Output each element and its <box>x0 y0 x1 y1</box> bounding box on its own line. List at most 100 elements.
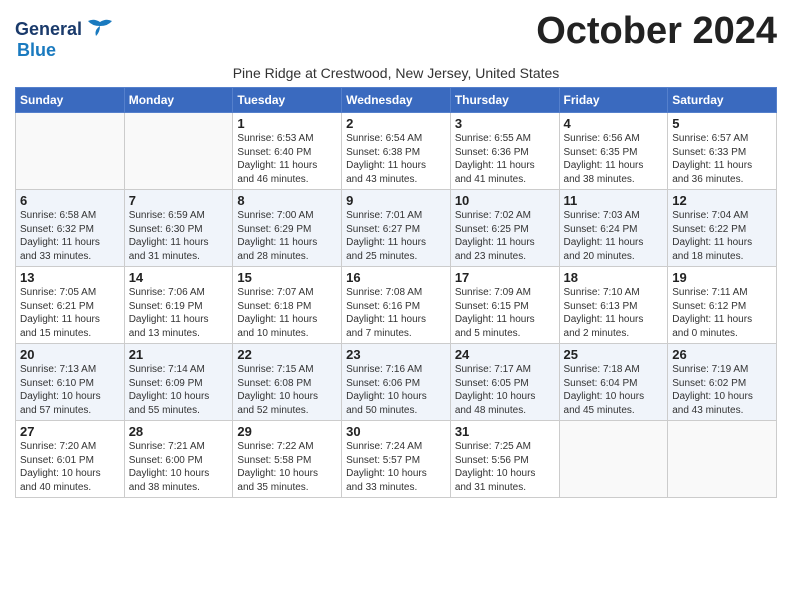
calendar-cell: 16Sunrise: 7:08 AM Sunset: 6:16 PM Dayli… <box>342 267 451 344</box>
calendar-cell: 15Sunrise: 7:07 AM Sunset: 6:18 PM Dayli… <box>233 267 342 344</box>
day-info: Sunrise: 7:09 AM Sunset: 6:15 PM Dayligh… <box>455 286 555 340</box>
days-header: SundayMondayTuesdayWednesdayThursdayFrid… <box>16 88 777 113</box>
day-number: 6 <box>20 193 120 208</box>
day-info: Sunrise: 6:54 AM Sunset: 6:38 PM Dayligh… <box>346 132 446 186</box>
day-info: Sunrise: 7:15 AM Sunset: 6:08 PM Dayligh… <box>237 363 337 417</box>
calendar-cell: 13Sunrise: 7:05 AM Sunset: 6:21 PM Dayli… <box>16 267 125 344</box>
calendar-cell: 5Sunrise: 6:57 AM Sunset: 6:33 PM Daylig… <box>668 113 777 190</box>
day-info: Sunrise: 7:06 AM Sunset: 6:19 PM Dayligh… <box>129 286 229 340</box>
calendar-cell: 7Sunrise: 6:59 AM Sunset: 6:30 PM Daylig… <box>124 190 233 267</box>
day-number: 11 <box>564 193 664 208</box>
day-header-wednesday: Wednesday <box>342 88 451 113</box>
calendar-cell: 18Sunrise: 7:10 AM Sunset: 6:13 PM Dayli… <box>559 267 668 344</box>
day-number: 17 <box>455 270 555 285</box>
day-number: 24 <box>455 347 555 362</box>
day-header-sunday: Sunday <box>16 88 125 113</box>
calendar-week-1: 1Sunrise: 6:53 AM Sunset: 6:40 PM Daylig… <box>16 113 777 190</box>
day-number: 7 <box>129 193 229 208</box>
calendar-cell: 31Sunrise: 7:25 AM Sunset: 5:56 PM Dayli… <box>450 421 559 498</box>
calendar-cell: 29Sunrise: 7:22 AM Sunset: 5:58 PM Dayli… <box>233 421 342 498</box>
day-number: 25 <box>564 347 664 362</box>
day-number: 21 <box>129 347 229 362</box>
logo: General Blue <box>15 18 114 61</box>
calendar-cell: 28Sunrise: 7:21 AM Sunset: 6:00 PM Dayli… <box>124 421 233 498</box>
day-number: 9 <box>346 193 446 208</box>
calendar-week-5: 27Sunrise: 7:20 AM Sunset: 6:01 PM Dayli… <box>16 421 777 498</box>
day-number: 16 <box>346 270 446 285</box>
day-number: 12 <box>672 193 772 208</box>
calendar-week-2: 6Sunrise: 6:58 AM Sunset: 6:32 PM Daylig… <box>16 190 777 267</box>
month-title: October 2024 <box>536 10 777 53</box>
day-header-thursday: Thursday <box>450 88 559 113</box>
page-header: General Blue October 2024 <box>15 10 777 61</box>
day-number: 19 <box>672 270 772 285</box>
day-info: Sunrise: 7:20 AM Sunset: 6:01 PM Dayligh… <box>20 440 120 494</box>
day-header-friday: Friday <box>559 88 668 113</box>
day-info: Sunrise: 7:03 AM Sunset: 6:24 PM Dayligh… <box>564 209 664 263</box>
day-number: 18 <box>564 270 664 285</box>
day-info: Sunrise: 7:07 AM Sunset: 6:18 PM Dayligh… <box>237 286 337 340</box>
day-number: 14 <box>129 270 229 285</box>
day-header-tuesday: Tuesday <box>233 88 342 113</box>
day-number: 3 <box>455 116 555 131</box>
day-info: Sunrise: 7:25 AM Sunset: 5:56 PM Dayligh… <box>455 440 555 494</box>
day-info: Sunrise: 7:08 AM Sunset: 6:16 PM Dayligh… <box>346 286 446 340</box>
day-number: 27 <box>20 424 120 439</box>
calendar-week-4: 20Sunrise: 7:13 AM Sunset: 6:10 PM Dayli… <box>16 344 777 421</box>
calendar-cell: 21Sunrise: 7:14 AM Sunset: 6:09 PM Dayli… <box>124 344 233 421</box>
day-info: Sunrise: 7:13 AM Sunset: 6:10 PM Dayligh… <box>20 363 120 417</box>
day-number: 28 <box>129 424 229 439</box>
day-info: Sunrise: 6:59 AM Sunset: 6:30 PM Dayligh… <box>129 209 229 263</box>
day-number: 2 <box>346 116 446 131</box>
calendar-cell: 3Sunrise: 6:55 AM Sunset: 6:36 PM Daylig… <box>450 113 559 190</box>
calendar-cell: 26Sunrise: 7:19 AM Sunset: 6:02 PM Dayli… <box>668 344 777 421</box>
day-info: Sunrise: 6:58 AM Sunset: 6:32 PM Dayligh… <box>20 209 120 263</box>
day-number: 1 <box>237 116 337 131</box>
calendar-cell: 14Sunrise: 7:06 AM Sunset: 6:19 PM Dayli… <box>124 267 233 344</box>
day-info: Sunrise: 7:05 AM Sunset: 6:21 PM Dayligh… <box>20 286 120 340</box>
day-info: Sunrise: 7:24 AM Sunset: 5:57 PM Dayligh… <box>346 440 446 494</box>
day-number: 30 <box>346 424 446 439</box>
day-info: Sunrise: 7:01 AM Sunset: 6:27 PM Dayligh… <box>346 209 446 263</box>
calendar-table: SundayMondayTuesdayWednesdayThursdayFrid… <box>15 87 777 498</box>
day-header-monday: Monday <box>124 88 233 113</box>
calendar-cell: 8Sunrise: 7:00 AM Sunset: 6:29 PM Daylig… <box>233 190 342 267</box>
day-info: Sunrise: 7:17 AM Sunset: 6:05 PM Dayligh… <box>455 363 555 417</box>
day-info: Sunrise: 7:11 AM Sunset: 6:12 PM Dayligh… <box>672 286 772 340</box>
day-number: 13 <box>20 270 120 285</box>
logo-general: General <box>15 19 82 40</box>
calendar-cell: 9Sunrise: 7:01 AM Sunset: 6:27 PM Daylig… <box>342 190 451 267</box>
calendar-cell <box>559 421 668 498</box>
day-number: 15 <box>237 270 337 285</box>
calendar-cell <box>124 113 233 190</box>
day-number: 29 <box>237 424 337 439</box>
calendar-cell: 2Sunrise: 6:54 AM Sunset: 6:38 PM Daylig… <box>342 113 451 190</box>
day-info: Sunrise: 6:53 AM Sunset: 6:40 PM Dayligh… <box>237 132 337 186</box>
day-info: Sunrise: 7:21 AM Sunset: 6:00 PM Dayligh… <box>129 440 229 494</box>
day-info: Sunrise: 7:10 AM Sunset: 6:13 PM Dayligh… <box>564 286 664 340</box>
calendar-cell: 1Sunrise: 6:53 AM Sunset: 6:40 PM Daylig… <box>233 113 342 190</box>
day-info: Sunrise: 6:55 AM Sunset: 6:36 PM Dayligh… <box>455 132 555 186</box>
logo-blue: Blue <box>17 40 56 61</box>
calendar-cell: 22Sunrise: 7:15 AM Sunset: 6:08 PM Dayli… <box>233 344 342 421</box>
calendar-cell: 19Sunrise: 7:11 AM Sunset: 6:12 PM Dayli… <box>668 267 777 344</box>
day-info: Sunrise: 7:00 AM Sunset: 6:29 PM Dayligh… <box>237 209 337 263</box>
day-info: Sunrise: 7:14 AM Sunset: 6:09 PM Dayligh… <box>129 363 229 417</box>
day-info: Sunrise: 7:19 AM Sunset: 6:02 PM Dayligh… <box>672 363 772 417</box>
day-info: Sunrise: 6:56 AM Sunset: 6:35 PM Dayligh… <box>564 132 664 186</box>
day-info: Sunrise: 7:18 AM Sunset: 6:04 PM Dayligh… <box>564 363 664 417</box>
calendar-cell: 4Sunrise: 6:56 AM Sunset: 6:35 PM Daylig… <box>559 113 668 190</box>
calendar-cell: 11Sunrise: 7:03 AM Sunset: 6:24 PM Dayli… <box>559 190 668 267</box>
day-info: Sunrise: 7:22 AM Sunset: 5:58 PM Dayligh… <box>237 440 337 494</box>
calendar-cell: 17Sunrise: 7:09 AM Sunset: 6:15 PM Dayli… <box>450 267 559 344</box>
day-header-saturday: Saturday <box>668 88 777 113</box>
calendar-cell: 10Sunrise: 7:02 AM Sunset: 6:25 PM Dayli… <box>450 190 559 267</box>
day-number: 26 <box>672 347 772 362</box>
calendar-cell: 27Sunrise: 7:20 AM Sunset: 6:01 PM Dayli… <box>16 421 125 498</box>
subtitle: Pine Ridge at Crestwood, New Jersey, Uni… <box>15 65 777 81</box>
day-number: 5 <box>672 116 772 131</box>
day-number: 31 <box>455 424 555 439</box>
day-number: 22 <box>237 347 337 362</box>
calendar-cell <box>16 113 125 190</box>
day-info: Sunrise: 7:04 AM Sunset: 6:22 PM Dayligh… <box>672 209 772 263</box>
